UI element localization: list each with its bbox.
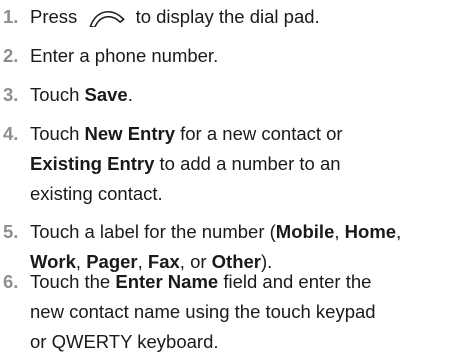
instruction-list: 1. Press to display the dial pad. 2. Ent…: [0, 0, 460, 357]
step-number: 1.: [3, 6, 19, 27]
send-key-icon: [86, 3, 126, 28]
step-2: 2. Enter a phone number.: [0, 41, 460, 71]
step-1: 1. Press to display the dial pad.: [0, 2, 460, 32]
step-number: 3.: [3, 84, 19, 105]
step-6: 6. Touch the Enter Name field and enter …: [0, 267, 460, 357]
step-number: 2.: [3, 45, 19, 66]
enter-name-label: Enter Name: [115, 271, 219, 292]
new-entry-label: New Entry: [84, 123, 175, 144]
step-text: Enter a phone number.: [30, 45, 219, 66]
step-4: 4. Touch New Entry for a new contact or …: [0, 119, 460, 209]
step-number: 5.: [3, 221, 19, 242]
step-number: 4.: [3, 123, 19, 144]
home-label: Home: [344, 221, 397, 242]
step-text: Press to display the dial pad.: [30, 2, 460, 32]
step-text: Touch New Entry for a new contact or Exi…: [30, 123, 343, 204]
step-number: 6.: [3, 271, 19, 292]
step-text: Touch the Enter Name field and enter the…: [30, 271, 376, 352]
step-text: Touch Save.: [30, 84, 133, 105]
step-3: 3. Touch Save.: [0, 80, 460, 110]
mobile-label: Mobile: [275, 221, 335, 242]
save-label: Save: [84, 84, 128, 105]
existing-entry-label: Existing Entry: [30, 153, 155, 174]
